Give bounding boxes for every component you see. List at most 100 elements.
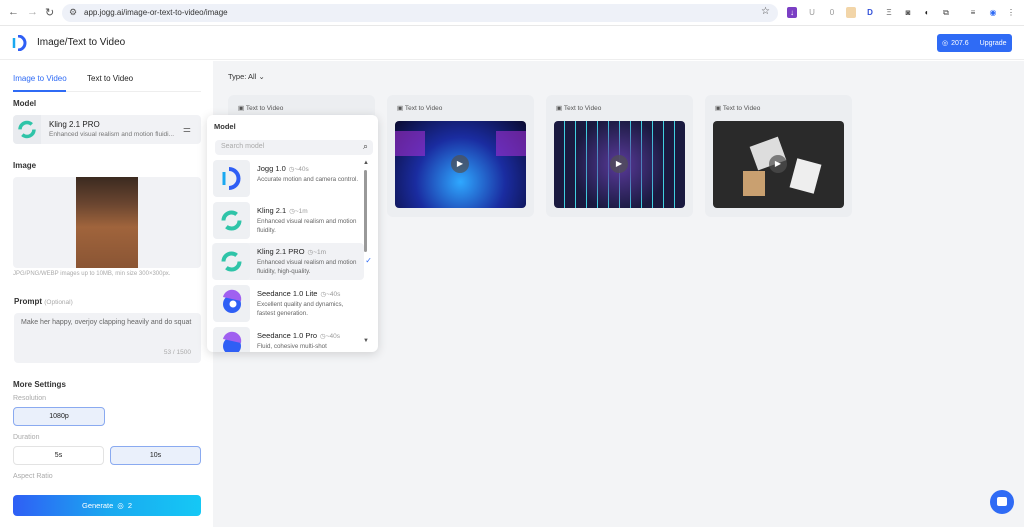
- seedance-logo-icon: [213, 285, 250, 322]
- search-icon[interactable]: ⌕: [363, 141, 368, 152]
- generate-cost: 2: [127, 501, 132, 510]
- credit-balance: 207.6: [951, 39, 969, 47]
- chat-icon: [997, 497, 1007, 506]
- play-icon[interactable]: ▶: [769, 155, 787, 173]
- media-icon[interactable]: ≡: [968, 7, 978, 18]
- profile-icon[interactable]: ◉: [988, 7, 998, 18]
- tab-image-to-video[interactable]: Image to Video: [13, 74, 67, 83]
- bookmark-star-icon[interactable]: ☆: [761, 6, 770, 17]
- kling-logo-icon: [13, 115, 41, 144]
- url-text: app.jogg.ai/image-or-text-to-video/image: [84, 8, 228, 17]
- extension-icon[interactable]: U: [807, 7, 817, 18]
- generate-button[interactable]: Generate ◎ 2: [13, 495, 201, 516]
- video-thumbnail[interactable]: ▶: [554, 121, 685, 208]
- video-thumbnail[interactable]: ▶: [713, 121, 844, 208]
- type-filter-label: Type: All: [228, 72, 257, 81]
- prompt-label: Prompt: [14, 297, 42, 306]
- image-hint: JPG/PNG/WEBP images up to 10MB, min size…: [13, 271, 171, 277]
- resolution-label: Resolution: [13, 395, 47, 402]
- prompt-optional: (Optional): [44, 299, 73, 306]
- address-bar[interactable]: ⚙ app.jogg.ai/image-or-text-to-video/ima…: [62, 4, 778, 22]
- type-filter-dropdown[interactable]: Type: All ⌄: [228, 72, 265, 81]
- chat-support-button[interactable]: [990, 490, 1014, 514]
- check-icon: ✓: [365, 256, 372, 265]
- card-type: ▣ Text to Video: [715, 105, 761, 112]
- model-selector[interactable]: Kling 2.1 PRO Enhanced visual realism an…: [13, 115, 201, 144]
- page-title: Image/Text to Video: [37, 37, 126, 48]
- model-desc: Enhanced visual realism and motion fluid…: [257, 218, 357, 234]
- extension-icon[interactable]: ◐: [922, 7, 932, 18]
- model-desc: Enhanced visual realism and motion fluid…: [49, 131, 175, 138]
- back-icon[interactable]: ←: [8, 6, 19, 18]
- model-name: Kling 2.1: [257, 206, 287, 215]
- model-option-seedance-lite[interactable]: Seedance 1.0 Lite ◷~40s Excellent quality …: [212, 285, 364, 322]
- more-settings-heading: More Settings: [13, 380, 66, 389]
- play-icon[interactable]: ▶: [610, 155, 628, 173]
- card-type: ▣ Text to Video: [397, 105, 443, 112]
- model-dropdown: Model Search model ⌕ Jogg 1.0 ◷~40s Accurat…: [207, 115, 378, 352]
- video-thumbnail[interactable]: ▶: [395, 121, 526, 208]
- model-name: Jogg 1.0: [257, 164, 286, 173]
- duration-5s[interactable]: 5s: [13, 446, 104, 465]
- model-desc: Accurate motion and camera control.: [257, 176, 359, 183]
- card-type: ▣ Text to Video: [238, 105, 284, 112]
- upgrade-label: Upgrade: [979, 39, 1007, 47]
- model-desc: Fluid, cohesive multi-shot: [257, 343, 327, 350]
- settings-sliders-icon[interactable]: ⚌: [183, 124, 191, 135]
- video-card[interactable]: ▣ Text to Video ▶: [387, 95, 534, 217]
- extension-icon[interactable]: ◙: [903, 7, 913, 18]
- aspect-ratio-label: Aspect Ratio: [13, 473, 53, 480]
- model-name: Kling 2.1 PRO: [257, 247, 305, 256]
- extension-icon[interactable]: [846, 7, 856, 18]
- model-name: Kling 2.1 PRO: [49, 120, 100, 129]
- prompt-text: Make her happy, overjoy clapping heavily…: [21, 319, 192, 326]
- model-search-input[interactable]: Search model ⌕: [215, 140, 373, 155]
- card-type: ▣ Text to Video: [556, 105, 602, 112]
- browser-toolbar: ← → ↻ ⚙ app.jogg.ai/image-or-text-to-vid…: [0, 0, 1024, 26]
- credit-icon: ◎: [942, 40, 949, 47]
- jogg-logo-icon: [213, 160, 250, 197]
- scroll-down-arrow[interactable]: ▼: [363, 338, 369, 344]
- model-name: Seedance 1.0 Pro: [257, 331, 318, 340]
- dropdown-scrollbar[interactable]: [364, 170, 367, 252]
- credit-icon: ◎: [117, 501, 124, 510]
- uploaded-image: [76, 177, 138, 268]
- duration-10s[interactable]: 10s: [110, 446, 201, 465]
- model-option-kling-2-1[interactable]: Kling 2.1 ◷~1m Enhanced visual realism and…: [212, 202, 364, 239]
- image-label: Image: [13, 161, 37, 170]
- scroll-up-arrow[interactable]: ▲: [363, 160, 369, 166]
- search-placeholder: Search model: [221, 143, 265, 150]
- prompt-textarea[interactable]: Make her happy, overjoy clapping heavily…: [14, 313, 201, 363]
- model-option-jogg-1-0[interactable]: Jogg 1.0 ◷~40s Accurate motion and camera …: [212, 160, 364, 197]
- model-label: Model: [13, 99, 37, 108]
- video-card[interactable]: ▣ Text to Video ▶: [546, 95, 693, 217]
- extension-icon[interactable]: ↓: [787, 7, 797, 18]
- jogg-logo-icon: [12, 35, 27, 51]
- extension-icon[interactable]: 0: [827, 7, 837, 18]
- model-desc: Enhanced visual realism and motion fluid…: [257, 259, 357, 275]
- puzzle-icon[interactable]: ⧉: [941, 7, 951, 18]
- resolution-1080p[interactable]: 1080p: [13, 407, 105, 426]
- menu-icon[interactable]: ⋮: [1006, 7, 1016, 18]
- model-desc: Excellent quality and dynamics, fastest …: [257, 301, 344, 317]
- char-count: 53 / 1500: [163, 349, 191, 356]
- forward-icon[interactable]: →: [27, 6, 38, 18]
- model-name: Seedance 1.0 Lite: [257, 289, 318, 298]
- model-option-kling-2-1-pro[interactable]: Kling 2.1 PRO ◷~1m Enhanced visual realism…: [212, 243, 372, 280]
- generate-label: Generate: [82, 501, 114, 510]
- sidebar: Image to Video Text to Video Model Kling…: [0, 61, 213, 527]
- kling-logo-icon: [213, 243, 250, 280]
- seedance-logo-icon: [213, 327, 250, 352]
- tab-text-to-video[interactable]: Text to Video: [87, 74, 133, 83]
- app-header: Image/Text to Video ◎ 207.6 Upgrade: [0, 26, 1024, 60]
- extension-icon[interactable]: Ξ: [884, 7, 894, 18]
- image-upload-area[interactable]: [13, 177, 201, 268]
- duration-label: Duration: [13, 434, 40, 441]
- play-icon[interactable]: ▶: [451, 155, 469, 173]
- model-option-seedance-pro[interactable]: Seedance 1.0 Pro ◷~40s Fluid, cohesive mul…: [212, 327, 364, 352]
- reload-icon[interactable]: ↻: [45, 6, 54, 19]
- credits-upgrade-button[interactable]: ◎ 207.6 Upgrade: [937, 34, 1012, 52]
- video-card[interactable]: ▣ Text to Video ▶: [705, 95, 852, 217]
- site-info-icon[interactable]: ⚙: [69, 7, 77, 18]
- extension-icon[interactable]: D: [865, 7, 875, 18]
